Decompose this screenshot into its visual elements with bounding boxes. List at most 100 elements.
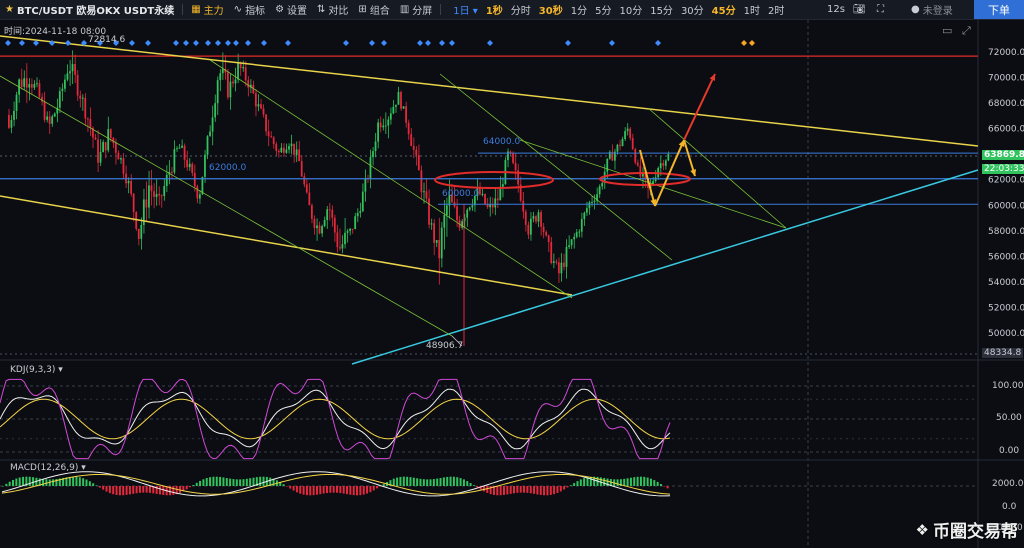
screenshot-button[interactable]: 📷︎ bbox=[848, 0, 871, 19]
candle-body bbox=[412, 145, 415, 150]
tab-timeframe-0[interactable]: 1日 ▾ bbox=[449, 2, 482, 17]
candle-body bbox=[359, 211, 362, 213]
candle-body bbox=[598, 186, 601, 195]
signal-diamond bbox=[145, 40, 151, 46]
tab-timeframe-7[interactable]: 15分 bbox=[646, 2, 677, 17]
candle-body bbox=[583, 212, 586, 219]
macd-histogram-bar bbox=[292, 486, 295, 491]
macd-histogram-bar bbox=[8, 481, 11, 486]
macd-histogram-bar bbox=[28, 476, 31, 486]
macd-histogram-bar bbox=[553, 486, 556, 495]
chart-svg[interactable]: 72000.0 70000.0 68000.0 66000.0 64000.0 62000… bbox=[0, 20, 1024, 548]
candle-body bbox=[303, 176, 306, 185]
dropdown-icon[interactable]: ▾ bbox=[81, 463, 86, 473]
watermark: ❖ 币圈交易帮 bbox=[916, 517, 1018, 543]
candle-body bbox=[275, 144, 278, 151]
trendline-lower bbox=[0, 195, 573, 296]
candle-body bbox=[489, 204, 492, 208]
candle-body bbox=[491, 204, 494, 208]
macd-histogram-bar bbox=[105, 486, 108, 492]
login-button[interactable]: ● 未登录 bbox=[906, 0, 958, 19]
candle-body bbox=[183, 145, 186, 160]
split-screen-button[interactable]: ▥ 分屏 bbox=[395, 0, 437, 19]
candle-body bbox=[140, 225, 143, 239]
fullscreen-button[interactable]: ⛶ bbox=[872, 0, 889, 19]
candle-body bbox=[298, 149, 301, 162]
forecast-arrow-breakout bbox=[683, 73, 716, 141]
countdown-label: 12s bbox=[827, 4, 845, 15]
macd-histogram-bar bbox=[192, 485, 195, 486]
candle-body bbox=[64, 79, 66, 89]
chart-expand-button[interactable]: ⤢ bbox=[960, 24, 973, 38]
candle-body bbox=[423, 191, 425, 193]
signal-diamond bbox=[487, 40, 493, 46]
candle-body bbox=[206, 136, 209, 155]
tab-timeframe-10[interactable]: 1时 bbox=[740, 2, 764, 17]
star-icon[interactable]: ★ bbox=[5, 4, 14, 15]
macd-histogram-bar bbox=[349, 486, 352, 495]
candle-body bbox=[514, 162, 517, 171]
macd-histogram-bar bbox=[486, 486, 489, 493]
symbol-selector[interactable]: ★ BTC/USDT 欧易OKX USDT永续 bbox=[0, 0, 179, 19]
macd-histogram-bar bbox=[426, 479, 429, 486]
price-tick-58000: 58000.0 bbox=[988, 227, 1024, 237]
candle-body bbox=[616, 144, 619, 152]
candle-body bbox=[659, 163, 662, 169]
candle-body bbox=[344, 232, 346, 245]
kdj-tick-100: 100.00 bbox=[992, 381, 1024, 391]
price-tick-50000: 50000.0 bbox=[988, 329, 1024, 339]
compare-button[interactable]: ⇅ 对比 bbox=[312, 0, 353, 19]
candle-body bbox=[76, 74, 79, 96]
candle-body bbox=[410, 134, 413, 146]
watermark-text: 币圈交易帮 bbox=[933, 522, 1018, 542]
indicators-button[interactable]: ∿ 指标 bbox=[229, 0, 270, 19]
macd-histogram-bar bbox=[132, 486, 135, 494]
macd-histogram-bar bbox=[529, 486, 532, 494]
candle-body bbox=[547, 235, 550, 242]
candle-body bbox=[662, 163, 665, 166]
tab-timeframe-8[interactable]: 30分 bbox=[677, 2, 708, 17]
candle-body bbox=[397, 91, 400, 105]
candle-body bbox=[568, 245, 570, 247]
tab-timeframe-11[interactable]: 2时 bbox=[764, 2, 788, 17]
macd-histogram-bar bbox=[302, 486, 305, 495]
candle-body bbox=[349, 228, 351, 232]
chart-layout-button[interactable]: ▭ bbox=[940, 24, 954, 37]
combine-button[interactable]: ⊞ 组合 bbox=[353, 0, 394, 19]
tab-timeframe-4[interactable]: 1分 bbox=[567, 2, 591, 17]
signal-diamond bbox=[565, 40, 571, 46]
tab-timeframe-5[interactable]: 5分 bbox=[591, 2, 615, 17]
candle-body bbox=[333, 217, 336, 233]
settings-button[interactable]: ⚙ 设置 bbox=[270, 0, 312, 19]
tab-timeframe-6[interactable]: 10分 bbox=[615, 2, 646, 17]
signal-diamond bbox=[5, 40, 11, 46]
chart-area[interactable]: 72000.0 70000.0 68000.0 66000.0 64000.0 62000… bbox=[0, 20, 1024, 548]
candle-body bbox=[624, 131, 626, 140]
candle-body bbox=[25, 78, 28, 88]
candles bbox=[8, 50, 670, 346]
tab-timeframe-3[interactable]: 30秒 bbox=[535, 2, 567, 17]
candle-body bbox=[242, 67, 245, 69]
tab-timeframe-9[interactable]: 45分 bbox=[708, 2, 740, 17]
macd-histogram-bar bbox=[646, 477, 649, 486]
tab-timeframe-1[interactable]: 1秒 bbox=[482, 2, 507, 17]
candle-body bbox=[71, 64, 74, 72]
candle-body bbox=[509, 151, 512, 153]
candle-body bbox=[308, 192, 311, 206]
candle-body bbox=[23, 78, 26, 87]
macd-histogram-bar bbox=[429, 479, 432, 486]
candle-body bbox=[354, 216, 357, 230]
candle-body bbox=[563, 262, 565, 267]
macd-histogram-bar bbox=[616, 479, 619, 486]
signal-diamond bbox=[193, 40, 199, 46]
dropdown-icon[interactable]: ▾ bbox=[58, 365, 63, 375]
macd-histogram-bar bbox=[295, 486, 298, 493]
signal-diamond bbox=[285, 40, 291, 46]
order-button[interactable]: 下单 bbox=[974, 0, 1024, 19]
tab-timeframe-2[interactable]: 分时 bbox=[507, 2, 535, 17]
macd-histogram-bar bbox=[249, 478, 252, 486]
macd-histogram-bar bbox=[396, 477, 399, 486]
main-indicator-button[interactable]: ▦ 主力 bbox=[186, 0, 228, 19]
candle-body bbox=[542, 226, 545, 233]
order-button-label: 下单 bbox=[988, 3, 1010, 17]
